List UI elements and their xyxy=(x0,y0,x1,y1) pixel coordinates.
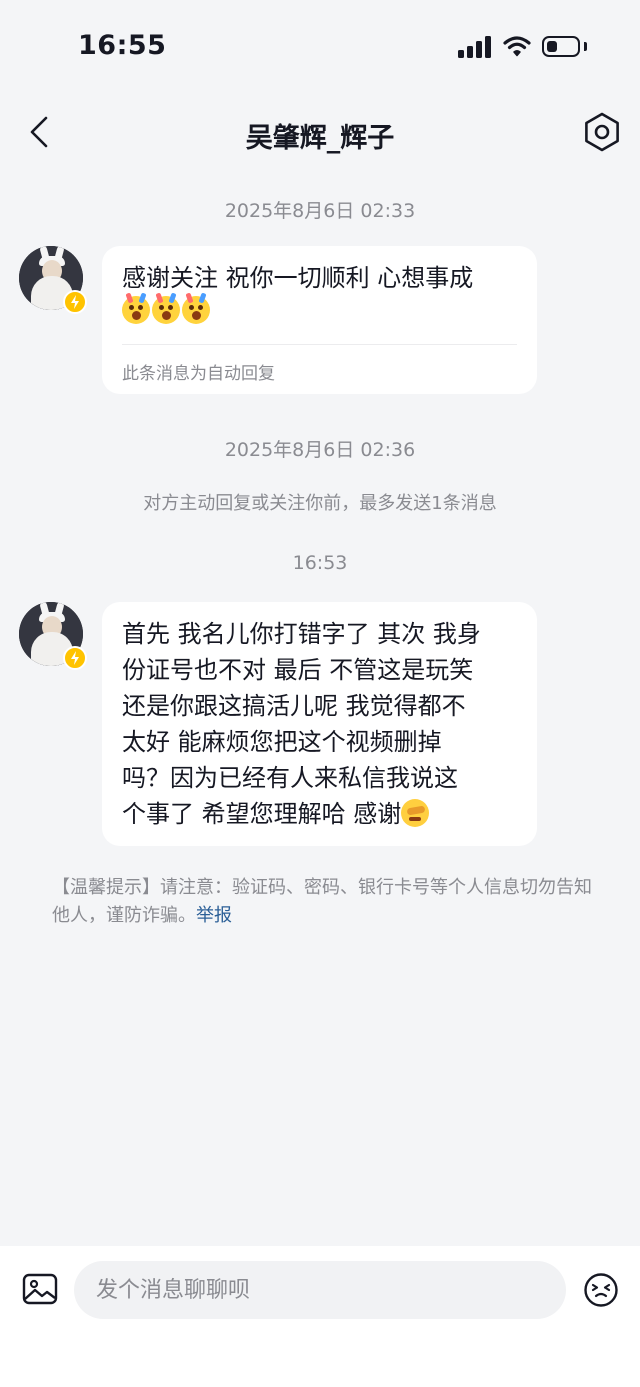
chat-header: 吴肇辉_辉子 xyxy=(0,96,640,170)
lightning-badge-icon xyxy=(63,646,87,670)
crying-face-emoji xyxy=(182,296,210,324)
message-composer xyxy=(0,1246,640,1387)
lightning-badge-icon xyxy=(63,290,87,314)
status-time: 16:55 xyxy=(78,30,167,61)
salute-emoji xyxy=(401,799,430,827)
status-bar: 16:55 xyxy=(0,0,640,96)
message-limit-notice: 对方主动回复或关注你前，最多发送1条消息 xyxy=(143,493,497,514)
avatar[interactable] xyxy=(19,602,87,670)
settings-hexagon-icon[interactable] xyxy=(580,110,624,154)
signal-icon xyxy=(458,36,492,58)
auto-reply-note: 此条消息为自动回复 xyxy=(122,364,275,384)
timestamp: 2025年8月6日 02:36 xyxy=(224,439,416,461)
avatar[interactable] xyxy=(19,246,87,314)
message-text: 首先 我名儿你打错字了 其次 我身 份证号也不对 最后 不管这是玩笑 还是你跟这… xyxy=(122,620,481,828)
safety-tip: 【温馨提示】请注意：验证码、密码、银行卡号等个人信息切勿告知他人，谨防诈骗。举报 xyxy=(52,874,592,930)
battery-icon xyxy=(542,36,580,57)
image-icon[interactable] xyxy=(22,1273,58,1305)
divider xyxy=(122,344,517,345)
message-bubble[interactable]: 首先 我名儿你打错字了 其次 我身 份证号也不对 最后 不管这是玩笑 还是你跟这… xyxy=(102,602,537,846)
battery-cap xyxy=(584,42,587,51)
message-text: 感谢关注 祝你一切顺利 心想事成 xyxy=(122,264,474,292)
report-link[interactable]: 举报 xyxy=(196,905,232,926)
page-title: 吴肇辉_辉子 xyxy=(245,123,395,154)
crying-face-emoji xyxy=(122,296,150,324)
safety-tip-text: 【温馨提示】请注意：验证码、密码、银行卡号等个人信息切勿告知他人，谨防诈骗。 xyxy=(52,877,592,926)
emoji-icon[interactable] xyxy=(583,1272,619,1308)
crying-face-emoji xyxy=(152,296,180,324)
message-bubble[interactable]: 感谢关注 祝你一切顺利 心想事成 此条消息为自动回复 xyxy=(102,246,537,394)
timestamp: 2025年8月6日 02:33 xyxy=(224,200,416,222)
wifi-icon xyxy=(503,36,531,57)
timestamp: 16:53 xyxy=(292,552,348,574)
emoji-row xyxy=(122,296,517,330)
message-input[interactable] xyxy=(74,1261,566,1319)
